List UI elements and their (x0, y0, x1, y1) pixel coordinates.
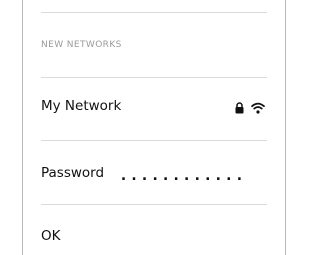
divider (41, 140, 267, 141)
divider (41, 77, 267, 78)
section-header-new-networks: NEW NETWORKS (41, 40, 122, 50)
network-status-icons (235, 99, 265, 118)
lock-icon (235, 99, 244, 118)
wifi-settings-panel: NEW NETWORKS My Network Password OK (22, 0, 286, 255)
divider (41, 204, 267, 205)
divider (41, 12, 267, 13)
ok-button[interactable]: OK (41, 228, 60, 244)
network-name[interactable]: My Network (41, 98, 121, 114)
password-label: Password (41, 165, 105, 181)
password-input[interactable] (119, 164, 259, 186)
wifi-icon (251, 99, 265, 118)
